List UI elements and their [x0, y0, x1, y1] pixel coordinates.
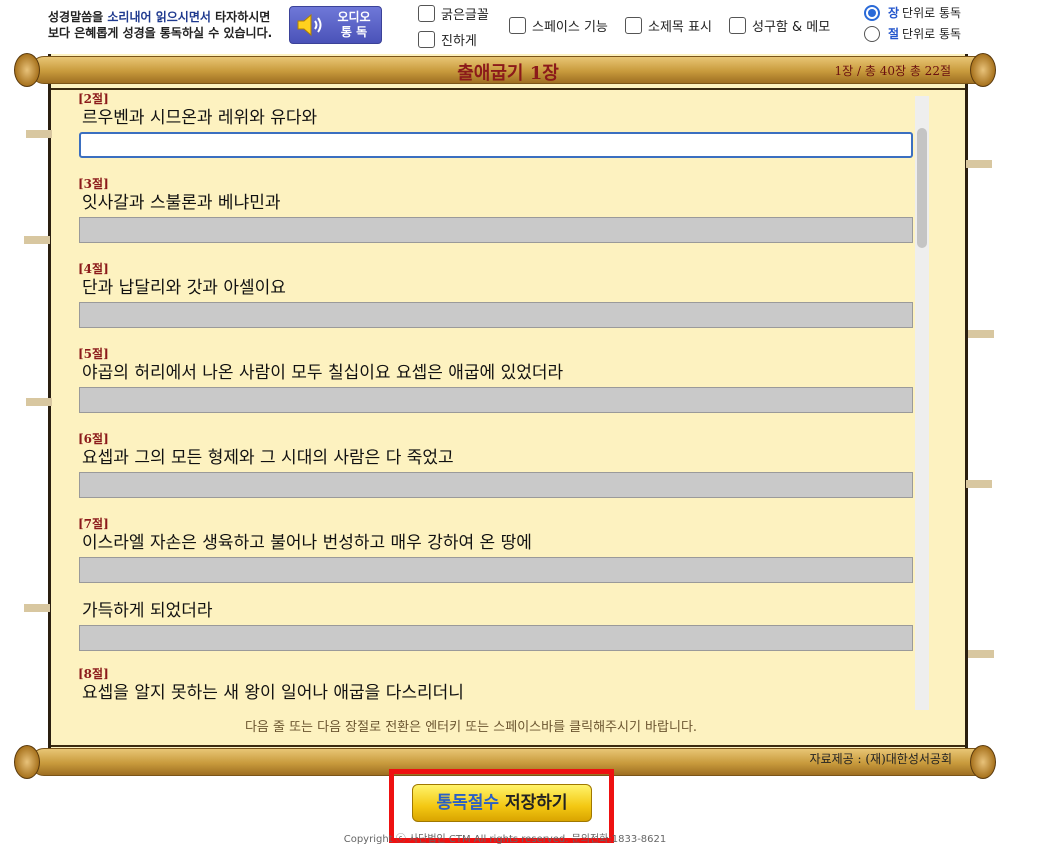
verse-item: [2절] 르우벤과 시므온과 레위와 유다와 — [78, 92, 914, 177]
torn-edge — [24, 604, 50, 612]
verse-typing-input[interactable] — [79, 302, 913, 328]
torn-edge — [968, 650, 994, 658]
verse-item: [4절] 단과 납달리와 갓과 아셀이요 — [78, 262, 914, 347]
verse-text: 가득하게 되었더라 — [82, 601, 213, 621]
source-credit: 자료제공 : (재)대한성서공회 — [809, 752, 952, 766]
verse-item: [5절] 야곱의 허리에서 나온 사람이 모두 칠십이요 요셉은 애굽에 있었더… — [78, 347, 914, 432]
chapter-unit-radio[interactable]: 장 단위로 통독 — [864, 4, 961, 21]
speaker-icon — [297, 13, 322, 37]
verse-item: [6절] 요셉과 그의 모든 형제와 그 시대의 사람은 다 죽었고 — [78, 432, 914, 517]
torn-edge — [968, 330, 994, 338]
torn-edge — [966, 160, 992, 168]
checkbox-box[interactable] — [729, 17, 746, 34]
footer-divider — [51, 745, 965, 747]
verse-text: 이스라엘 자손은 생육하고 불어나 번성하고 매우 강하여 온 땅에 — [82, 533, 532, 553]
radio-unselected[interactable] — [864, 25, 880, 42]
verse-typing-input[interactable] — [79, 557, 913, 583]
bold-font-checkbox[interactable]: 굵은글꼴 — [418, 4, 489, 23]
reading-notice: 성경말씀을 소리내어 읽으시면서 타자하시면 보다 은혜롭게 성경을 통독하실 … — [48, 10, 273, 40]
checkbox-box[interactable] — [509, 17, 526, 34]
verse-list: [2절] 르우벤과 시므온과 레위와 유다와 [3절] 잇사갈과 스불론과 베냐… — [78, 92, 914, 712]
verse-item: [7절] 이스라엘 자손은 생육하고 불어나 번성하고 매우 강하여 온 땅에 — [78, 517, 914, 587]
verse-text: 요셉과 그의 모든 형제와 그 시대의 사람은 다 죽었고 — [82, 448, 454, 468]
scrollbar-thumb[interactable] — [917, 128, 927, 248]
scroll-knob-left — [14, 53, 40, 87]
scroll-knob-right — [970, 745, 996, 779]
torn-edge — [966, 480, 992, 488]
checkbox-box[interactable] — [418, 31, 435, 48]
verse-item: [8절] 요셉을 알지 못하는 새 왕이 일어나 애굽을 다스리더니 — [78, 667, 914, 712]
verse-number: [2절] — [78, 92, 109, 106]
audio-button-label: 오디오 통 독 — [337, 10, 371, 39]
audio-reading-button[interactable]: 오디오 통 독 — [289, 6, 382, 44]
verse-number: [5절] — [78, 347, 109, 361]
torn-edge — [26, 130, 52, 138]
verse-typing-input[interactable] — [79, 472, 913, 498]
verse-text: 야곱의 허리에서 나온 사람이 모두 칠십이요 요셉은 애굽에 있었더라 — [82, 363, 564, 383]
chapter-counter: 1장 / 총 40장 총 22절 — [834, 64, 952, 78]
scroll-knob-left — [14, 745, 40, 779]
verse-number: [4절] — [78, 262, 109, 276]
chapter-title: 출애굽기 1장 — [457, 63, 559, 84]
torn-edge — [24, 236, 50, 244]
copyright: Copyright ⓒ 사단법인 CTM All rights reserved… — [343, 834, 667, 845]
torn-edge — [26, 398, 52, 406]
space-feature-checkbox[interactable]: 스페이스 기능 — [509, 16, 608, 35]
verse-item: 가득하게 되었더라 — [78, 587, 914, 667]
verse-unit-radio[interactable]: 절 단위로 통독 — [864, 25, 961, 42]
save-reading-count-button[interactable]: 통독절수 저장하기 — [412, 784, 592, 822]
verse-number: [3절] — [78, 177, 109, 191]
verse-typing-input[interactable] — [79, 387, 913, 413]
verse-text: 잇사갈과 스불론과 베냐민과 — [82, 193, 281, 213]
verse-number: [7절] — [78, 517, 109, 531]
subtitle-show-checkbox[interactable]: 소제목 표시 — [625, 16, 712, 35]
verse-text: 요셉을 알지 못하는 새 왕이 일어나 애굽을 다스리더니 — [82, 683, 464, 703]
header-divider — [51, 88, 965, 90]
verse-number: [6절] — [78, 432, 109, 446]
verse-number: [8절] — [78, 667, 109, 681]
verse-item: [3절] 잇사갈과 스불론과 베냐민과 — [78, 177, 914, 262]
keyboard-hint: 다음 줄 또는 다음 장절로 전환은 엔터키 또는 스페이스바를 클릭해주시기 … — [244, 720, 698, 735]
phrase-memo-checkbox[interactable]: 성구함 & 메모 — [729, 16, 830, 35]
darker-checkbox[interactable]: 진하게 — [418, 30, 477, 49]
scroll-header: 출애굽기 1장 1장 / 총 40장 총 22절 — [51, 58, 965, 86]
verse-text: 단과 납달리와 갓과 아셀이요 — [82, 278, 286, 298]
verse-typing-input[interactable] — [79, 625, 913, 651]
radio-selected[interactable] — [864, 4, 880, 21]
scroll-knob-right — [970, 53, 996, 87]
checkbox-box[interactable] — [625, 17, 642, 34]
verse-typing-input[interactable] — [79, 217, 913, 243]
verse-scrollbar[interactable] — [915, 96, 929, 710]
checkbox-box[interactable] — [418, 5, 435, 22]
verse-typing-input[interactable] — [79, 132, 913, 158]
verse-text: 르우벤과 시므온과 레위와 유다와 — [82, 108, 318, 128]
